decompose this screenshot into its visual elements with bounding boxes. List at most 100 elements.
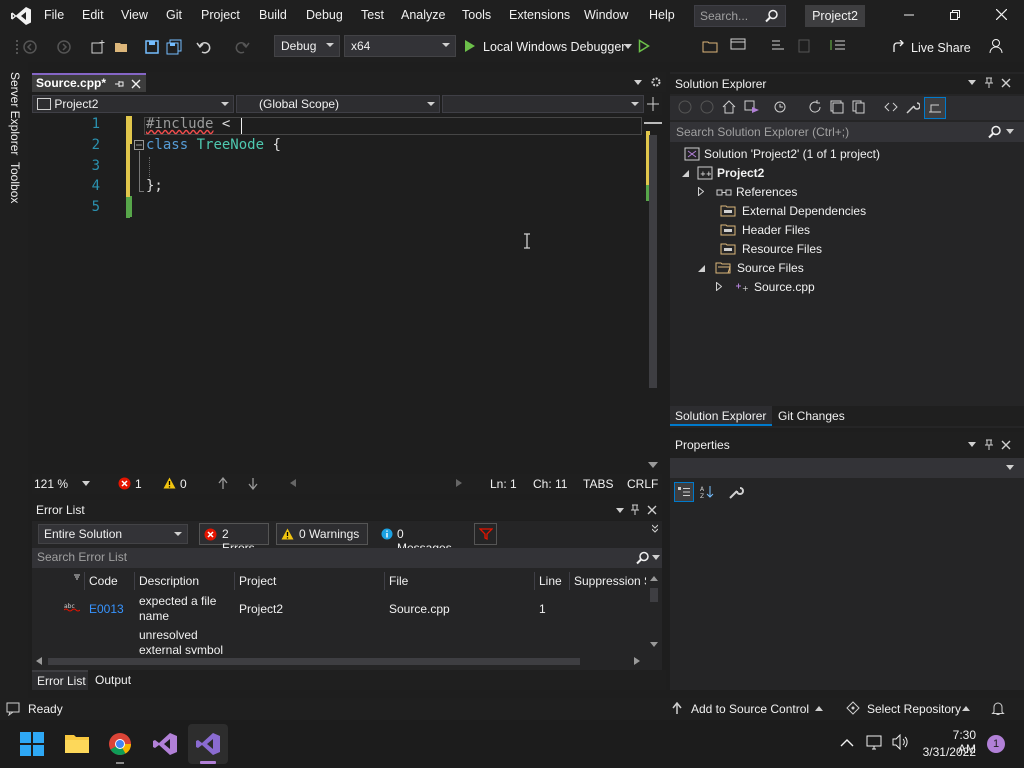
errors-filter-button[interactable]: 2 Errors [199, 523, 269, 555]
file-explorer-icon[interactable] [64, 732, 90, 754]
column-code[interactable]: Code [89, 574, 118, 588]
visual-studio-logo-icon[interactable] [10, 6, 32, 26]
close-panel-icon[interactable] [1001, 78, 1011, 88]
split-window-icon[interactable] [647, 97, 659, 111]
properties-wrench-icon[interactable] [906, 100, 920, 114]
categorized-view-button[interactable] [674, 482, 694, 502]
menu-build[interactable]: Build [259, 8, 287, 22]
save-icon[interactable] [144, 39, 160, 55]
error-list-hscrollbar[interactable] [32, 654, 646, 668]
view-code-icon[interactable] [884, 101, 898, 113]
tab-error-list[interactable]: Error List [32, 670, 88, 690]
hscroll-right-icon[interactable] [456, 479, 462, 487]
menu-project[interactable]: Project [201, 8, 240, 22]
close-button[interactable] [978, 0, 1024, 32]
expanded-arrow-icon[interactable] [682, 170, 689, 177]
tree-references[interactable]: References [698, 185, 797, 199]
collapse-all-icon[interactable] [830, 100, 844, 114]
error-scope-dropdown[interactable]: Entire Solution [38, 524, 188, 544]
table-row[interactable]: abc E0013 expected a file name Project2 … [32, 592, 646, 626]
error-list-hscroll-thumb[interactable] [48, 658, 580, 665]
nav-member-dropdown[interactable] [442, 95, 644, 113]
live-share-button[interactable]: Live Share [911, 41, 971, 55]
zoom-level[interactable]: 121 % [34, 477, 68, 491]
open-folder-icon[interactable] [114, 39, 130, 55]
back-icon[interactable] [678, 100, 692, 114]
solution-explorer-search-input[interactable]: Search Solution Explorer (Ctrl+;) [670, 122, 1024, 142]
clock-date[interactable]: 3/31/2022 [922, 745, 976, 759]
tree-resource-files[interactable]: Resource Files [720, 242, 822, 256]
server-explorer-tab[interactable]: Server Explorer [8, 72, 22, 155]
messages-filter-button[interactable]: 0 Messages [374, 523, 468, 555]
close-panel-icon[interactable] [1001, 440, 1011, 450]
indent-mode[interactable]: TABS [583, 477, 613, 491]
switch-views-icon[interactable] [744, 100, 760, 114]
column-sort-icon[interactable] [73, 574, 81, 582]
error-list-vscroll-thumb[interactable] [650, 588, 658, 602]
sync-icon[interactable] [808, 100, 822, 114]
caret-up-icon[interactable] [815, 706, 823, 711]
menu-edit[interactable]: Edit [82, 8, 104, 22]
tree-header-files[interactable]: Header Files [720, 223, 810, 237]
config-dropdown[interactable]: Debug [274, 35, 340, 57]
menu-tools[interactable]: Tools [462, 8, 491, 22]
pin-panel-icon[interactable] [984, 77, 994, 89]
preview-selected-items-button[interactable] [924, 97, 946, 119]
menu-window[interactable]: Window [584, 8, 628, 22]
start-debugging-icon[interactable] [464, 39, 476, 53]
error-list-vscrollbar[interactable] [648, 574, 660, 654]
step-over-icon[interactable] [770, 39, 786, 53]
line-ending[interactable]: CRLF [627, 477, 658, 491]
solution-explorer-toggle-icon[interactable] [702, 39, 718, 53]
debugger-dropdown-icon[interactable] [624, 44, 632, 49]
add-to-source-control-button[interactable]: Add to Source Control [691, 702, 809, 716]
property-pages-wrench-icon[interactable] [728, 484, 744, 500]
tree-project[interactable]: ++ Project2 [682, 166, 764, 180]
column-project[interactable]: Project [239, 574, 276, 588]
notification-badge[interactable]: 1 [987, 735, 1005, 753]
table-row[interactable]: unresolved external symbol [32, 627, 646, 654]
toolbar-overflow-icon[interactable] [652, 523, 658, 533]
document-tab-source[interactable]: Source.cpp* [32, 73, 146, 92]
feedback-icon[interactable] [988, 38, 1004, 54]
close-tab-icon[interactable] [131, 79, 141, 89]
panel-options-icon[interactable] [968, 80, 976, 85]
hscroll-left-icon[interactable] [290, 479, 296, 487]
scroll-down-icon[interactable] [648, 462, 658, 468]
panel-options-icon[interactable] [968, 442, 976, 447]
network-icon[interactable] [866, 734, 884, 750]
live-share-icon[interactable] [892, 40, 906, 54]
collapsed-arrow-icon[interactable] [698, 186, 705, 197]
taskbar-active-app[interactable] [188, 724, 228, 764]
panel-options-icon[interactable] [616, 508, 624, 513]
menu-view[interactable]: View [121, 8, 148, 22]
save-all-icon[interactable] [166, 39, 182, 55]
undo-icon[interactable] [196, 39, 212, 55]
start-without-debugging-icon[interactable] [638, 39, 650, 53]
scroll-down-icon[interactable] [650, 642, 658, 647]
show-all-files-icon[interactable] [852, 100, 866, 114]
tree-external-dependencies[interactable]: External Dependencies [720, 204, 866, 218]
editor-scroll-thumb[interactable] [649, 135, 657, 388]
menu-analyze[interactable]: Analyze [401, 8, 445, 22]
column-line[interactable]: Line [539, 574, 562, 588]
search-options-icon[interactable] [1006, 129, 1014, 134]
error-code-link[interactable]: E0013 [89, 602, 124, 616]
properties-object-selector[interactable] [670, 458, 1024, 478]
alphabetical-sort-icon[interactable]: AZ [700, 485, 714, 499]
editor-settings-gear-icon[interactable] [650, 76, 662, 88]
next-issue-icon[interactable] [248, 477, 258, 490]
build-intellisense-filter-button[interactable] [474, 523, 497, 545]
scroll-right-icon[interactable] [634, 657, 640, 665]
column-description[interactable]: Description [139, 574, 199, 588]
visual-studio-code-icon[interactable] [152, 732, 178, 756]
tab-overflow-icon[interactable] [634, 80, 642, 85]
cursor-line[interactable]: Ln: 1 [490, 477, 517, 491]
navigate-back-icon[interactable] [22, 39, 38, 55]
collapse-outline-icon[interactable] [134, 140, 144, 150]
chrome-icon[interactable] [108, 732, 132, 756]
menu-file[interactable]: File [44, 8, 64, 22]
platform-dropdown[interactable]: x64 [344, 35, 456, 57]
column-suppression[interactable]: Suppression S [574, 574, 646, 588]
forward-icon[interactable] [700, 100, 714, 114]
